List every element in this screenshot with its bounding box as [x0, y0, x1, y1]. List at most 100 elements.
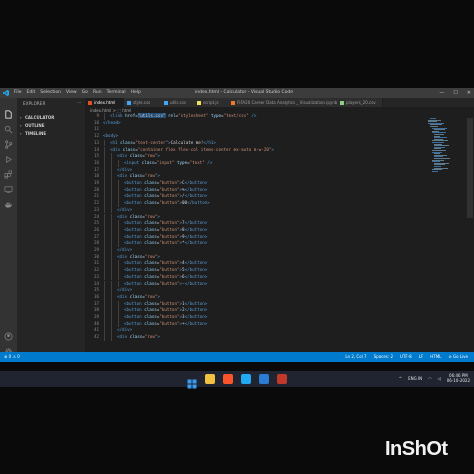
- section-calculator[interactable]: › CALCULATOR: [20, 115, 54, 120]
- indent-guide: [104, 213, 105, 221]
- title-bar: File Edit Selection View Go Run Terminal Help i…: [0, 88, 474, 98]
- code-line: 12 <body>: [85, 133, 425, 140]
- vscode-icon[interactable]: [241, 374, 251, 384]
- code-text: </div>: [117, 247, 133, 252]
- tab-3[interactable]: script.js: [194, 98, 231, 107]
- code-editor[interactable]: 9 <link href="utils.css" rel="stylesheet"…: [85, 113, 435, 353]
- search-icon[interactable]: [4, 119, 13, 134]
- code-line: 28 <button class="button">*</button>: [85, 240, 425, 247]
- tab-5[interactable]: players_20.csv: [337, 98, 383, 107]
- code-text: </div>: [117, 287, 133, 293]
- code-text: <div class="row">: [117, 213, 160, 219]
- minimap[interactable]: [428, 118, 452, 178]
- source-control-icon[interactable]: [4, 134, 13, 149]
- tab-0[interactable]: index.html: [85, 98, 127, 107]
- line-number: 26: [93, 226, 99, 232]
- settings-gear-icon[interactable]: [4, 341, 13, 355]
- line-number: 9: [96, 113, 99, 118]
- tab-label: script.js: [203, 100, 219, 105]
- code-text: <button class="button">C</button>: [124, 180, 208, 185]
- docker-icon[interactable]: [4, 194, 13, 208]
- maximize-icon[interactable]: ☐: [453, 88, 457, 98]
- close-icon[interactable]: ✕: [467, 88, 471, 98]
- indent-guide: [111, 300, 112, 308]
- section-outline[interactable]: › OUTLINE: [20, 123, 45, 128]
- section-timeline[interactable]: › TIMELINE: [20, 131, 46, 136]
- indent-guide: [118, 300, 119, 308]
- indent-guide: [104, 260, 105, 268]
- more-actions-icon[interactable]: ···: [77, 100, 81, 105]
- wifi-icon[interactable]: ◠: [428, 376, 432, 381]
- line-number: 42: [93, 334, 99, 340]
- file-explorer-icon[interactable]: [205, 374, 215, 384]
- indent-guide: [104, 200, 105, 207]
- code-line: 18 <div class="row">: [85, 173, 425, 180]
- line-number: 36: [93, 293, 99, 299]
- language-indicator[interactable]: ENG IN: [408, 376, 422, 381]
- menu-item-edit[interactable]: Edit: [27, 88, 36, 98]
- indent-guide: [104, 293, 105, 301]
- status-item[interactable]: Spaces: 2: [374, 352, 393, 362]
- account-icon[interactable]: [4, 326, 13, 341]
- indent-guide: [118, 200, 119, 207]
- line-number: 28: [93, 240, 99, 246]
- section-label: CALCULATOR: [25, 115, 55, 120]
- video-frame: File Edit Selection View Go Run Terminal Help i…: [0, 0, 474, 474]
- menu-item-file[interactable]: File: [14, 88, 22, 98]
- menu-item-help[interactable]: Help: [131, 88, 141, 98]
- minimize-icon[interactable]: —: [439, 88, 444, 98]
- clock[interactable]: 06:46 PM 06-10-2022: [447, 373, 470, 383]
- tab-4[interactable]: FIFA20 Career Data Analytics _ Visualiza…: [228, 98, 340, 107]
- indent-guide: [111, 193, 112, 201]
- line-number: 24: [93, 213, 99, 219]
- code-text: <div class="row">: [117, 153, 160, 159]
- extensions-icon[interactable]: [4, 164, 13, 179]
- tab-2[interactable]: utils.css: [161, 98, 197, 107]
- chevron-up-icon[interactable]: ^: [399, 376, 402, 381]
- tab-1[interactable]: style.css: [124, 98, 164, 107]
- vscode-window: File Edit Selection View Go Run Terminal Help i…: [0, 88, 474, 362]
- line-number: 13: [93, 139, 99, 145]
- menu-item-view[interactable]: View: [66, 88, 77, 98]
- code-line: 27 <button class="button">9</button>: [85, 233, 425, 241]
- status-item[interactable]: LF: [419, 352, 424, 362]
- remote-explorer-icon[interactable]: [4, 179, 13, 193]
- status-item[interactable]: Ln 2, Col 7: [345, 352, 366, 362]
- volume-icon[interactable]: ◁: [438, 376, 441, 381]
- problems-indicator[interactable]: ⊗ 0 ⚠ 0: [4, 352, 20, 362]
- menu-item-run[interactable]: Run: [93, 88, 102, 98]
- window-title: index.html - Calculator - Visual Studio …: [195, 90, 293, 95]
- line-number: 12: [93, 133, 99, 139]
- code-line: 23 </div>: [85, 206, 425, 214]
- menu-item-go[interactable]: Go: [82, 88, 88, 98]
- file-type-icon: [88, 101, 92, 105]
- indent-guide: [111, 287, 112, 294]
- windows-start-icon[interactable]: [187, 374, 197, 389]
- vertical-scrollbar[interactable]: [467, 118, 473, 218]
- code-text: <button class="button">5</button>: [124, 267, 208, 273]
- status-right-items: Ln 2, Col 7 Spaces: 2 UTF-8 LF HTML ⊘ Go Live: [345, 352, 468, 362]
- word-icon[interactable]: [259, 374, 269, 384]
- python-icon[interactable]: [277, 374, 287, 384]
- indent-guide: [111, 153, 112, 160]
- explorer-icon[interactable]: [4, 104, 13, 119]
- line-number: 17: [93, 166, 99, 172]
- menu-item-selection[interactable]: Selection: [40, 88, 61, 98]
- windows-taskbar: ^ ENG IN ◠ ◁ 06:46 PM 06-10-2022: [0, 371, 474, 389]
- vscode-logo-icon[interactable]: [3, 90, 9, 96]
- menu-item-terminal[interactable]: Terminal: [107, 88, 126, 98]
- code-text: <button class="button">8</button>: [124, 226, 208, 232]
- indent-guide: [104, 173, 105, 180]
- brave-browser-icon[interactable]: [223, 374, 233, 384]
- status-item[interactable]: UTF-8: [400, 352, 412, 362]
- indent-guide: [118, 260, 119, 268]
- code-text: <div class="row">: [117, 253, 160, 259]
- run-debug-icon[interactable]: [4, 149, 13, 163]
- indent-guide: [118, 280, 119, 288]
- indent-guide: [104, 314, 105, 321]
- status-item[interactable]: ⊘ Go Live: [448, 352, 468, 362]
- code-line: 32 <button class="button">5</button>: [85, 267, 425, 274]
- status-item[interactable]: HTML: [430, 352, 441, 362]
- line-number: 33: [93, 273, 99, 279]
- indent-guide: [104, 113, 105, 120]
